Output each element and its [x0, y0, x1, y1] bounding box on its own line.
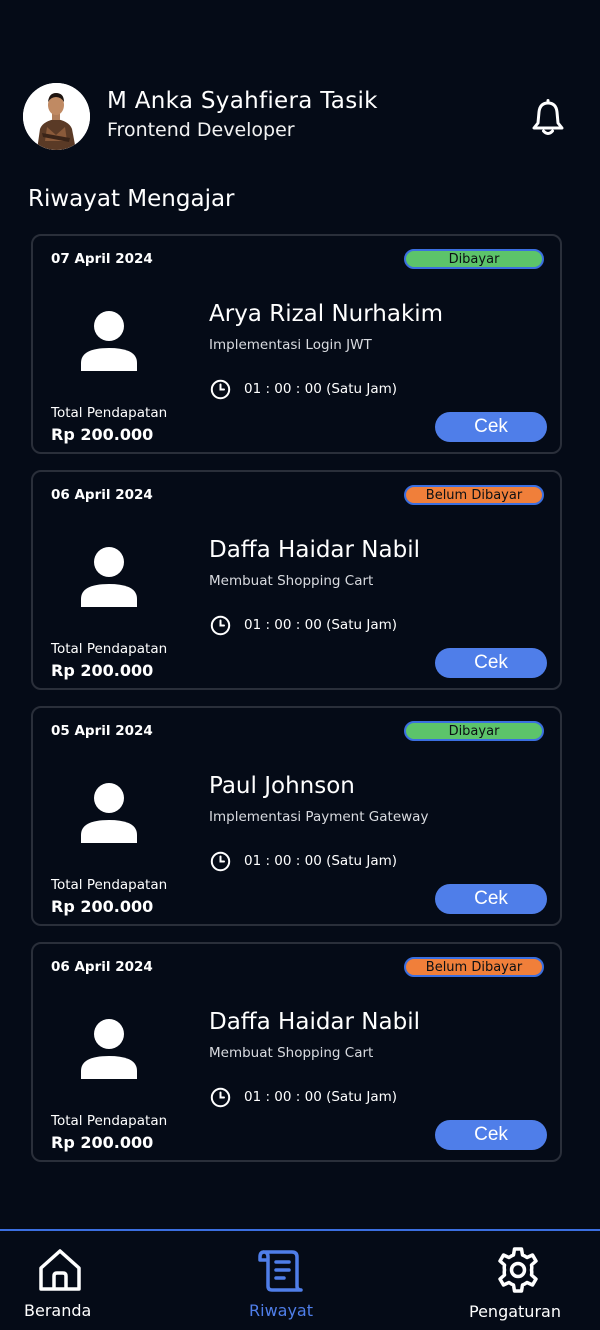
lesson-topic: Implementasi Payment Gateway [209, 809, 429, 825]
bottom-nav: Beranda Riwayat Pengaturan [0, 1229, 600, 1330]
nav-item-beranda[interactable]: Beranda [0, 1231, 120, 1330]
nav-label-pengaturan: Pengaturan [469, 1302, 561, 1321]
person-icon [81, 547, 137, 607]
session-date: 06 April 2024 [51, 487, 153, 503]
cek-button[interactable]: Cek [435, 412, 547, 442]
earning-value: Rp 200.000 [51, 1133, 154, 1152]
earning-label: Total Pendapatan [51, 641, 168, 657]
history-card: 06 April 2024 Belum Dibayar Daffa Haidar… [31, 470, 562, 690]
earning-label: Total Pendapatan [51, 1113, 168, 1129]
history-card: 06 April 2024 Belum Dibayar Daffa Haidar… [31, 942, 562, 1162]
session-date: 05 April 2024 [51, 723, 153, 739]
user-role: Frontend Developer [107, 119, 295, 141]
user-name: M Anka Syahfiera Tasik [107, 88, 378, 114]
section-title: Riwayat Mengajar [28, 186, 235, 212]
session-duration: 01 : 00 : 00 (Satu Jam) [244, 1089, 398, 1105]
session-duration: 01 : 00 : 00 (Satu Jam) [244, 381, 398, 397]
nav-label-beranda: Beranda [24, 1301, 92, 1320]
nav-label-riwayat: Riwayat [249, 1301, 313, 1320]
person-icon [81, 311, 137, 371]
history-card: 07 April 2024 Dibayar Arya Rizal Nurhaki… [31, 234, 562, 454]
nav-item-riwayat[interactable]: Riwayat [236, 1231, 330, 1330]
student-name: Daffa Haidar Nabil [209, 1009, 420, 1035]
person-icon [81, 1019, 137, 1079]
cek-button[interactable]: Cek [435, 1120, 547, 1150]
nav-item-pengaturan[interactable]: Pengaturan [460, 1231, 590, 1330]
student-name: Daffa Haidar Nabil [209, 537, 420, 563]
lesson-topic: Implementasi Login JWT [209, 337, 372, 353]
gear-icon [498, 1247, 538, 1293]
status-badge: Dibayar [404, 249, 544, 269]
home-icon [39, 1249, 81, 1291]
clock-icon [210, 615, 231, 636]
clock-icon [210, 379, 231, 400]
earning-label: Total Pendapatan [51, 405, 168, 421]
status-badge: Belum Dibayar [404, 485, 544, 505]
session-date: 07 April 2024 [51, 251, 153, 267]
student-name: Paul Johnson [209, 773, 355, 799]
cek-button[interactable]: Cek [435, 648, 547, 678]
scroll-icon [258, 1250, 303, 1292]
status-badge: Dibayar [404, 721, 544, 741]
earning-value: Rp 200.000 [51, 897, 154, 916]
history-card: 05 April 2024 Dibayar Paul Johnson Imple… [31, 706, 562, 926]
session-date: 06 April 2024 [51, 959, 153, 975]
history-list: 07 April 2024 Dibayar Arya Rizal Nurhaki… [31, 234, 562, 1178]
cek-button[interactable]: Cek [435, 884, 547, 914]
student-name: Arya Rizal Nurhakim [209, 301, 444, 327]
profile-header: M Anka Syahfiera Tasik Frontend Develope… [0, 0, 600, 170]
earning-value: Rp 200.000 [51, 425, 154, 444]
session-duration: 01 : 00 : 00 (Satu Jam) [244, 853, 398, 869]
session-duration: 01 : 00 : 00 (Satu Jam) [244, 617, 398, 633]
avatar-photo [23, 83, 90, 150]
bell-icon[interactable] [529, 99, 567, 137]
clock-icon [210, 1087, 231, 1108]
person-icon [81, 783, 137, 843]
lesson-topic: Membuat Shopping Cart [209, 1045, 374, 1061]
clock-icon [210, 851, 231, 872]
lesson-topic: Membuat Shopping Cart [209, 573, 374, 589]
earning-label: Total Pendapatan [51, 877, 168, 893]
earning-value: Rp 200.000 [51, 661, 154, 680]
status-badge: Belum Dibayar [404, 957, 544, 977]
avatar[interactable] [23, 83, 90, 150]
